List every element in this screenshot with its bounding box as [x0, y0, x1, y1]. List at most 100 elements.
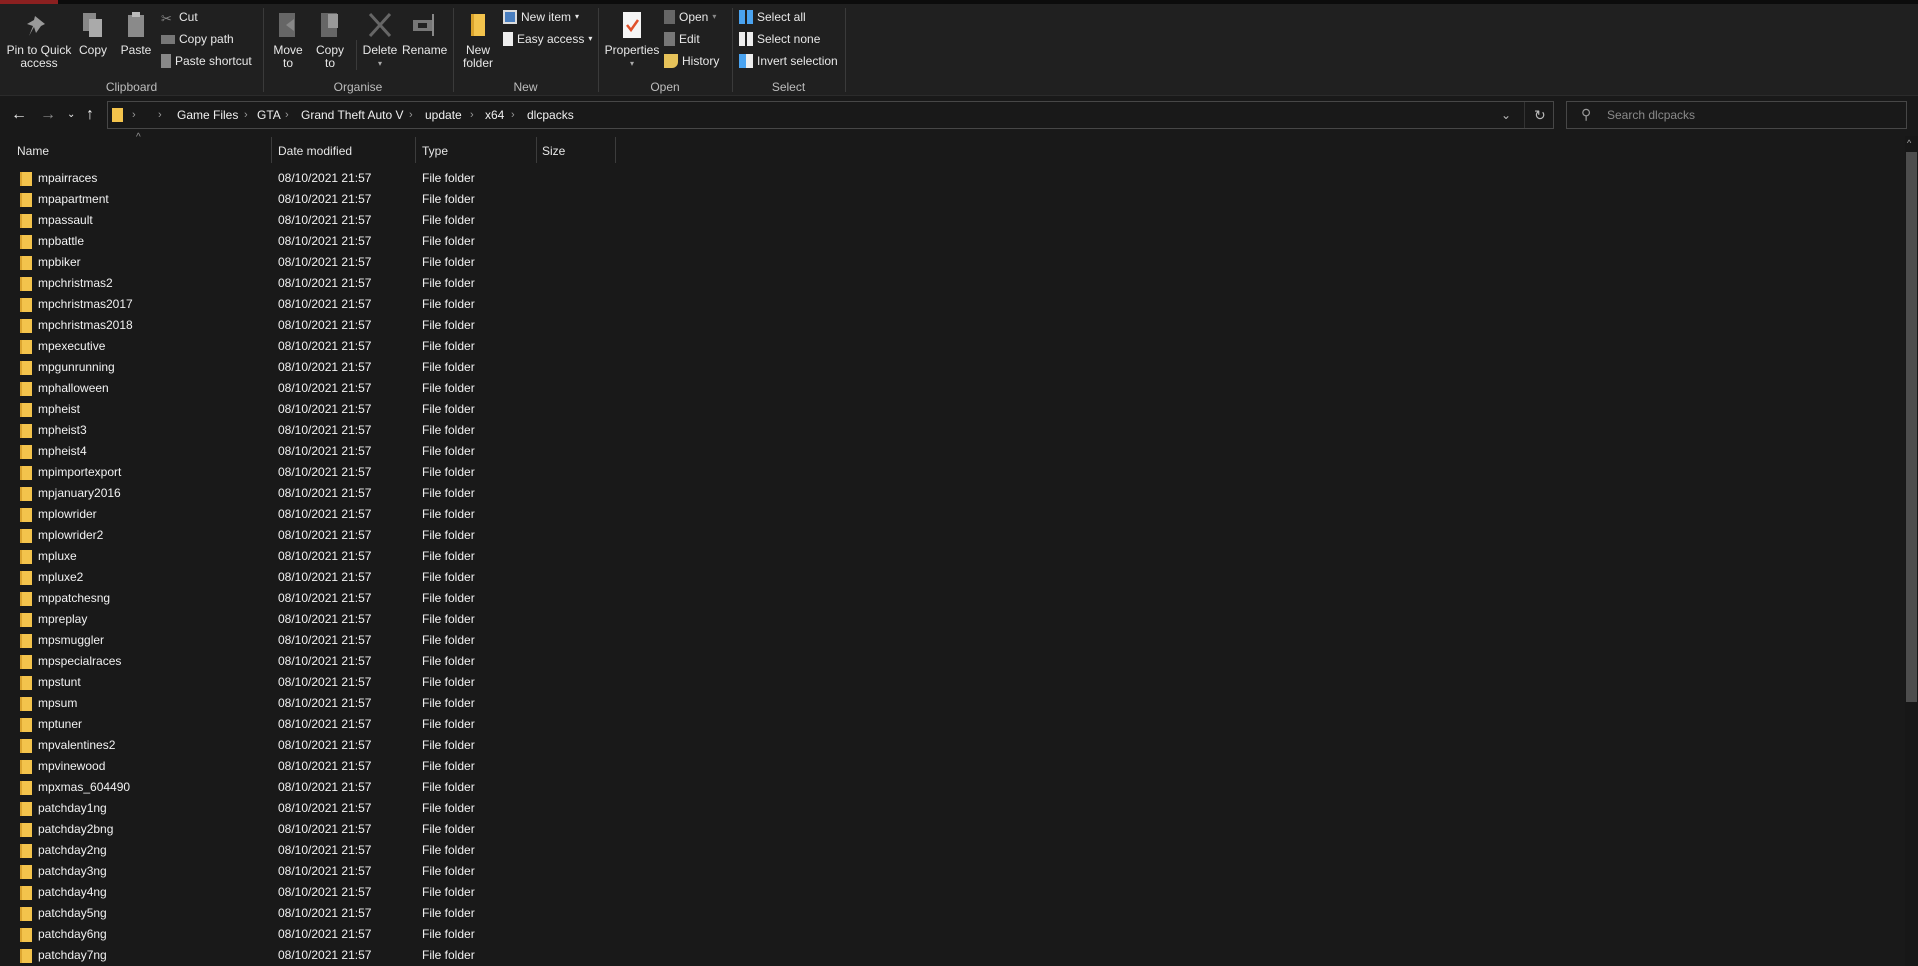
file-row[interactable]: patchday1ng 08/10/2021 21:57 File folder — [0, 798, 1900, 819]
file-row[interactable]: patchday2bng 08/10/2021 21:57 File folde… — [0, 819, 1900, 840]
file-type: File folder — [422, 549, 475, 563]
file-name: mpluxe — [38, 549, 77, 563]
file-row[interactable]: mpchristmas2018 08/10/2021 21:57 File fo… — [0, 315, 1900, 336]
file-row[interactable]: mpchristmas2017 08/10/2021 21:57 File fo… — [0, 294, 1900, 315]
file-row[interactable]: mppatchesng 08/10/2021 21:57 File folder — [0, 588, 1900, 609]
search-input[interactable] — [1607, 106, 1897, 124]
file-row[interactable]: mpsum 08/10/2021 21:57 File folder — [0, 693, 1900, 714]
column-divider[interactable] — [615, 137, 616, 163]
breadcrumb-update[interactable]: update — [425, 102, 462, 128]
search-box[interactable]: ⚲ — [1566, 101, 1907, 129]
file-type: File folder — [422, 234, 475, 248]
copy-path-button[interactable]: Copy path — [161, 30, 234, 48]
file-row[interactable]: patchday5ng 08/10/2021 21:57 File folder — [0, 903, 1900, 924]
file-name: mpchristmas2 — [38, 276, 113, 290]
column-divider[interactable] — [536, 137, 537, 163]
edit-button[interactable]: Edit — [664, 30, 700, 48]
select-none-button[interactable]: Select none — [739, 30, 820, 48]
column-divider[interactable] — [415, 137, 416, 163]
rename-button[interactable]: Rename — [402, 10, 447, 57]
file-row[interactable]: mpspecialraces 08/10/2021 21:57 File fol… — [0, 651, 1900, 672]
column-header-name[interactable]: Name — [17, 141, 49, 161]
back-button[interactable]: ← — [11, 102, 27, 128]
file-row[interactable]: patchday2ng 08/10/2021 21:57 File folder — [0, 840, 1900, 861]
file-row[interactable]: mpheist3 08/10/2021 21:57 File folder — [0, 420, 1900, 441]
file-date: 08/10/2021 21:57 — [278, 528, 372, 542]
refresh-icon[interactable]: ↻ — [1534, 102, 1546, 128]
file-row[interactable]: mpbiker 08/10/2021 21:57 File folder — [0, 252, 1900, 273]
file-row[interactable]: mpstunt 08/10/2021 21:57 File folder — [0, 672, 1900, 693]
address-bar[interactable]: › › Game Files › GTA › Grand Theft Auto … — [107, 101, 1554, 129]
file-row[interactable]: mpsmuggler 08/10/2021 21:57 File folder — [0, 630, 1900, 651]
folder-icon — [20, 634, 32, 648]
file-row[interactable]: mpchristmas2 08/10/2021 21:57 File folde… — [0, 273, 1900, 294]
file-row[interactable]: mpapartment 08/10/2021 21:57 File folder — [0, 189, 1900, 210]
file-row[interactable]: mplowrider2 08/10/2021 21:57 File folder — [0, 525, 1900, 546]
file-date: 08/10/2021 21:57 — [278, 633, 372, 647]
file-row[interactable]: mpassault 08/10/2021 21:57 File folder — [0, 210, 1900, 231]
folder-icon — [20, 907, 32, 921]
column-header-type[interactable]: Type — [422, 141, 448, 161]
file-name: mpchristmas2017 — [38, 297, 133, 311]
file-date: 08/10/2021 21:57 — [278, 822, 372, 836]
new-item-button[interactable]: New item ▾ — [503, 8, 579, 26]
easy-access-button[interactable]: Easy access ▾ — [503, 30, 592, 48]
file-type: File folder — [422, 948, 475, 962]
file-row[interactable]: patchday3ng 08/10/2021 21:57 File folder — [0, 861, 1900, 882]
breadcrumb-game-files[interactable]: Game Files — [177, 102, 238, 128]
file-name: mptuner — [38, 717, 83, 731]
file-row[interactable]: patchday4ng 08/10/2021 21:57 File folder — [0, 882, 1900, 903]
breadcrumb-dlcpacks[interactable]: dlcpacks — [527, 102, 574, 128]
file-row[interactable]: mpjanuary2016 08/10/2021 21:57 File fold… — [0, 483, 1900, 504]
file-row[interactable]: mpexecutive 08/10/2021 21:57 File folder — [0, 336, 1900, 357]
address-dropdown-chevron-icon[interactable]: ⌄ — [1501, 102, 1511, 128]
file-row[interactable]: mpheist4 08/10/2021 21:57 File folder — [0, 441, 1900, 462]
scroll-up-icon[interactable]: ^ — [1907, 138, 1911, 148]
breadcrumb-x64[interactable]: x64 — [485, 102, 504, 128]
cut-button[interactable]: ✂ Cut — [161, 8, 198, 26]
file-row[interactable]: mptuner 08/10/2021 21:57 File folder — [0, 714, 1900, 735]
recent-locations-button[interactable]: ⌄ — [67, 102, 75, 128]
copy-button[interactable]: Copy — [78, 10, 108, 57]
file-row[interactable]: mpgunrunning 08/10/2021 21:57 File folde… — [0, 357, 1900, 378]
file-date: 08/10/2021 21:57 — [278, 549, 372, 563]
pin-to-quick-access-button[interactable]: Pin to Quick access — [6, 10, 72, 70]
history-button[interactable]: History — [664, 52, 719, 70]
file-row[interactable]: mpairraces 08/10/2021 21:57 File folder — [0, 168, 1900, 189]
move-to-button[interactable]: Move to — [272, 10, 304, 70]
file-row[interactable]: mplowrider 08/10/2021 21:57 File folder — [0, 504, 1900, 525]
open-button[interactable]: Open ▾ — [664, 8, 716, 26]
column-header-date-modified[interactable]: Date modified — [278, 141, 352, 161]
breadcrumb-grand-theft-auto-v[interactable]: Grand Theft Auto V — [301, 102, 404, 128]
forward-button[interactable]: → — [40, 102, 56, 128]
properties-button[interactable]: Properties ▾ — [604, 10, 660, 70]
paste-shortcut-button[interactable]: Paste shortcut — [161, 52, 252, 70]
column-header-size[interactable]: Size — [542, 141, 565, 161]
file-row[interactable]: mpheist 08/10/2021 21:57 File folder — [0, 399, 1900, 420]
file-row[interactable]: mpvinewood 08/10/2021 21:57 File folder — [0, 756, 1900, 777]
file-row[interactable]: patchday6ng 08/10/2021 21:57 File folder — [0, 924, 1900, 945]
breadcrumb-gta[interactable]: GTA — [257, 102, 281, 128]
file-row[interactable]: mphalloween 08/10/2021 21:57 File folder — [0, 378, 1900, 399]
file-name: mpbiker — [38, 255, 81, 269]
invert-selection-button[interactable]: Invert selection — [739, 52, 838, 70]
file-name: mpheist — [38, 402, 81, 416]
copy-to-button[interactable]: Copy to — [314, 10, 346, 70]
folder-icon — [20, 613, 32, 627]
column-divider[interactable] — [271, 137, 272, 163]
file-row[interactable]: mpluxe 08/10/2021 21:57 File folder — [0, 546, 1900, 567]
select-all-button[interactable]: Select all — [739, 8, 806, 26]
file-row[interactable]: mpxmas_604490 08/10/2021 21:57 File fold… — [0, 777, 1900, 798]
file-row[interactable]: mpreplay 08/10/2021 21:57 File folder — [0, 609, 1900, 630]
file-row[interactable]: mpbattle 08/10/2021 21:57 File folder — [0, 231, 1900, 252]
file-row[interactable]: mpimportexport 08/10/2021 21:57 File fol… — [0, 462, 1900, 483]
new-folder-button[interactable]: New folder — [460, 10, 496, 70]
paste-button[interactable]: Paste — [120, 10, 152, 57]
up-button[interactable]: ↑ — [86, 102, 94, 128]
scrollbar-thumb[interactable] — [1906, 152, 1917, 702]
delete-button[interactable]: Delete ▾ — [362, 10, 398, 70]
file-row[interactable]: mpvalentines2 08/10/2021 21:57 File fold… — [0, 735, 1900, 756]
file-type: File folder — [422, 402, 475, 416]
file-row[interactable]: patchday7ng 08/10/2021 21:57 File folder — [0, 945, 1900, 966]
file-row[interactable]: mpluxe2 08/10/2021 21:57 File folder — [0, 567, 1900, 588]
